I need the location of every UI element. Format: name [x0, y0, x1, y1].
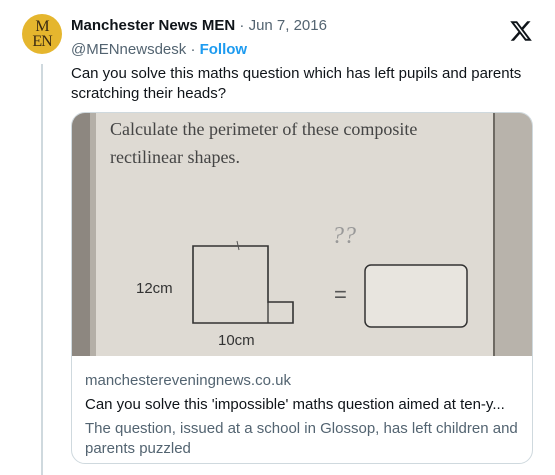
tweet-text: Can you solve this maths question which …	[71, 65, 522, 102]
card-image[interactable]: Calculate the perimeter of these composi…	[72, 113, 532, 356]
card-domain: manchestereveningnews.co.uk	[85, 372, 291, 389]
image-heading-line2: rectilinear shapes.	[110, 147, 240, 167]
x-logo-icon[interactable]	[509, 19, 533, 43]
image-equals: =	[334, 282, 347, 307]
avatar[interactable]: M EN	[22, 14, 62, 54]
image-label-height: 12cm	[136, 280, 173, 297]
follow-button[interactable]: Follow	[200, 41, 248, 58]
author-name[interactable]: Manchester News MEN	[71, 17, 235, 34]
avatar-logo-text: M EN	[32, 18, 52, 50]
image-question-marks: ??	[332, 223, 356, 249]
separator: ·	[190, 41, 196, 58]
image-label-width: 10cm	[218, 332, 255, 349]
handle-row: @MENnewsdesk · Follow	[71, 41, 247, 58]
card-meta[interactable]: manchestereveningnews.co.uk Can you solv…	[85, 371, 520, 459]
tweet-header: Manchester News MEN · Jun 7, 2016	[71, 17, 327, 34]
card-title[interactable]: Can you solve this 'impossible' maths qu…	[85, 395, 520, 415]
link-card[interactable]: Calculate the perimeter of these composi…	[71, 112, 533, 464]
answer-box	[364, 264, 468, 328]
thread-line	[41, 64, 43, 475]
separator: ·	[239, 17, 245, 34]
tweet-date[interactable]: Jun 7, 2016	[249, 17, 327, 34]
author-handle[interactable]: @MENnewsdesk	[71, 41, 186, 58]
card-description: The question, issued at a school in Glos…	[85, 420, 518, 457]
image-heading-line1: Calculate the perimeter of these composi…	[110, 119, 417, 139]
